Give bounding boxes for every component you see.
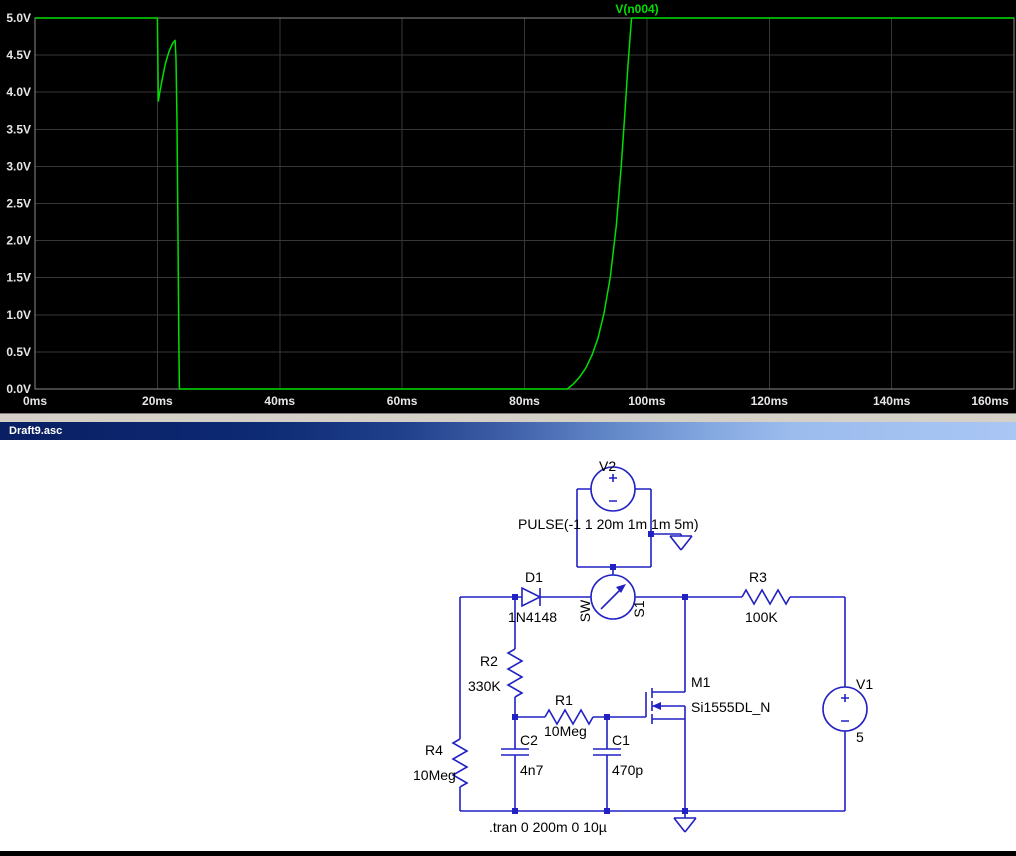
plus-minus-marks bbox=[609, 474, 617, 502]
wires[interactable] bbox=[459, 488, 846, 812]
v2-value-label[interactable]: PULSE(-1 1 20m 1m 1m 5m) bbox=[518, 516, 699, 532]
y-tick-label: 4.0V bbox=[6, 85, 31, 99]
s1-value-label[interactable]: SW bbox=[577, 599, 593, 622]
x-tick-label: 160ms bbox=[971, 394, 1009, 408]
y-tick-label: 2.0V bbox=[6, 234, 31, 248]
component-m1-nmos[interactable] bbox=[645, 688, 686, 811]
v1-value-label[interactable]: 5 bbox=[856, 729, 864, 745]
y-tick-label: 0.5V bbox=[6, 345, 31, 359]
schematic-pane[interactable]: V2 PULSE(-1 1 20m 1m 1m 5m) SW S1 D1 1N4… bbox=[0, 440, 1016, 851]
y-tick-label: 1.5V bbox=[6, 271, 31, 285]
y-tick-label: 3.5V bbox=[6, 122, 31, 136]
y-tick-label: 1.0V bbox=[6, 308, 31, 322]
component-d1-diode[interactable] bbox=[521, 586, 542, 608]
d1-ref-label[interactable]: D1 bbox=[525, 569, 543, 585]
schematic-window-title: Draft9.asc bbox=[9, 425, 63, 437]
x-tick-label: 100ms bbox=[628, 394, 666, 408]
r4-value-label[interactable]: 10Meg bbox=[413, 767, 456, 783]
m1-value-label[interactable]: Si1555DL_N bbox=[691, 699, 770, 715]
mosfet-arrow bbox=[652, 702, 661, 710]
switch-lever bbox=[600, 587, 623, 610]
component-c2-capacitor[interactable] bbox=[501, 748, 529, 756]
window-edge bbox=[0, 413, 1016, 422]
r2-value-label[interactable]: 330K bbox=[468, 678, 501, 694]
m1-ref-label[interactable]: M1 bbox=[691, 674, 711, 690]
y-tick-label: 3.0V bbox=[6, 159, 31, 173]
schematic-canvas[interactable]: V2 PULSE(-1 1 20m 1m 1m 5m) SW S1 D1 1N4… bbox=[0, 440, 1016, 851]
x-tick-label: 0ms bbox=[23, 394, 47, 408]
component-s1-switch[interactable] bbox=[590, 574, 636, 620]
x-tick-label: 120ms bbox=[751, 394, 789, 408]
component-r3-resistor[interactable] bbox=[741, 588, 791, 606]
r3-value-label[interactable]: 100K bbox=[745, 609, 778, 625]
c2-ref-label[interactable]: C2 bbox=[520, 732, 538, 748]
r3-ref-label[interactable]: R3 bbox=[749, 569, 767, 585]
c1-value-label[interactable]: 470p bbox=[612, 762, 643, 778]
schematic-window-titlebar[interactable]: Draft9.asc bbox=[0, 422, 1016, 440]
waveform-pane[interactable]: V(n004) 5.0V 4.5V 4.0V 3.5V 3.0V 2.5V 2.0V 1.5V… bbox=[0, 0, 1016, 413]
waveform-plot[interactable]: V(n004) 5.0V 4.5V 4.0V 3.5V 3.0V 2.5V 2.0V 1.5V… bbox=[0, 0, 1016, 413]
component-v1-voltage-source[interactable] bbox=[822, 686, 868, 732]
y-tick-label: 2.5V bbox=[6, 197, 31, 211]
ground-symbol-bottom[interactable] bbox=[673, 811, 697, 833]
waveform-trace-title[interactable]: V(n004) bbox=[615, 2, 658, 16]
c1-ref-label[interactable]: C1 bbox=[612, 732, 630, 748]
y-tick-label: 5.0V bbox=[6, 11, 31, 25]
x-tick-label: 60ms bbox=[387, 394, 418, 408]
v1-ref-label[interactable]: V1 bbox=[856, 676, 873, 692]
r2-ref-label[interactable]: R2 bbox=[480, 653, 498, 669]
y-tick-label: 4.5V bbox=[6, 48, 31, 62]
r1-ref-label[interactable]: R1 bbox=[555, 692, 573, 708]
v2-ref-label[interactable]: V2 bbox=[599, 458, 616, 474]
s1-ref-label[interactable]: S1 bbox=[631, 600, 647, 617]
ground-symbol-top[interactable] bbox=[669, 535, 693, 551]
component-r2-resistor[interactable] bbox=[506, 648, 524, 698]
x-tick-label: 80ms bbox=[509, 394, 540, 408]
component-c1-capacitor[interactable] bbox=[593, 748, 621, 756]
x-tick-label: 40ms bbox=[264, 394, 295, 408]
spice-directive[interactable]: .tran 0 200m 0 10µ bbox=[489, 819, 607, 835]
r1-value-label[interactable]: 10Meg bbox=[544, 723, 587, 739]
c2-value-label[interactable]: 4n7 bbox=[520, 762, 544, 778]
x-tick-label: 140ms bbox=[873, 394, 911, 408]
r4-ref-label[interactable]: R4 bbox=[425, 742, 443, 758]
d1-value-label[interactable]: 1N4148 bbox=[508, 609, 557, 625]
plus-minus-marks bbox=[841, 694, 849, 722]
x-tick-label: 20ms bbox=[142, 394, 173, 408]
component-r1-resistor[interactable] bbox=[544, 708, 594, 726]
